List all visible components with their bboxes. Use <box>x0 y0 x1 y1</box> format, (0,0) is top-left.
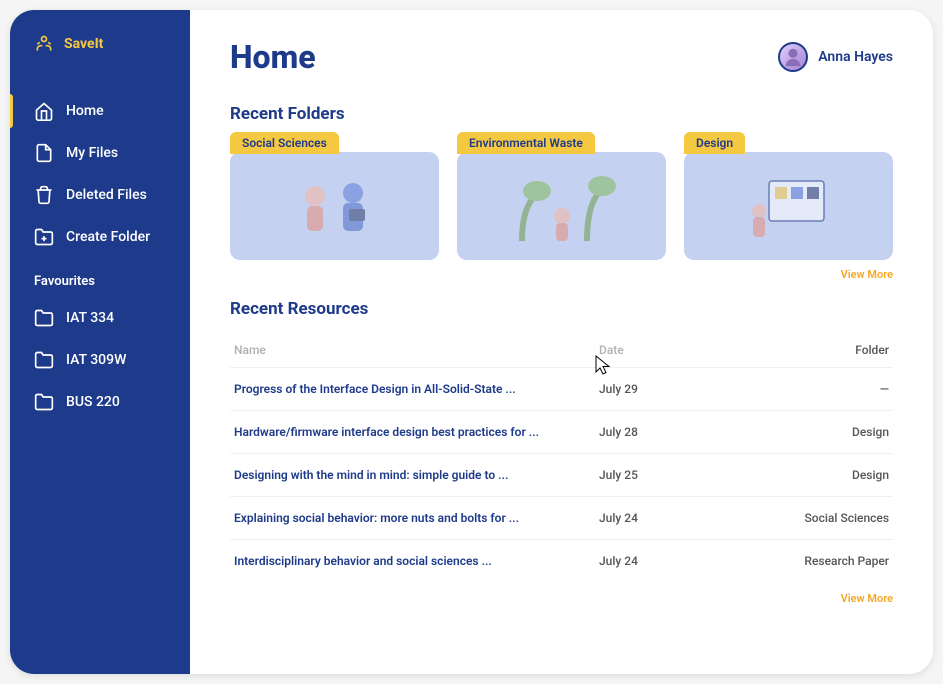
resource-folder: Design <box>729 425 889 439</box>
folder-illustration <box>457 152 666 260</box>
folder-icon <box>34 392 54 412</box>
folder-design[interactable]: Design <box>684 138 893 260</box>
nav-deleted-files[interactable]: Deleted Files <box>10 174 190 216</box>
resource-row[interactable]: Designing with the mind in mind: simple … <box>230 453 893 496</box>
folder-illustration <box>684 152 893 260</box>
saveit-logo-icon <box>34 34 54 54</box>
col-folder-header: Folder <box>729 343 889 357</box>
resource-row[interactable]: Hardware/firmware interface design best … <box>230 410 893 453</box>
resource-date: July 24 <box>599 554 729 568</box>
folder-illustration <box>230 152 439 260</box>
resource-row[interactable]: Progress of the Interface Design in All-… <box>230 367 893 410</box>
resource-row[interactable]: Interdisciplinary behavior and social sc… <box>230 539 893 582</box>
page-title: Home <box>230 38 316 76</box>
nav-create-folder[interactable]: Create Folder <box>10 216 190 258</box>
folder-plus-icon <box>34 227 54 247</box>
resource-date: July 29 <box>599 382 729 396</box>
home-icon <box>34 101 54 121</box>
folder-tab: Design <box>684 132 745 154</box>
file-icon <box>34 143 54 163</box>
recent-folders-title: Recent Folders <box>230 104 893 124</box>
header: Home Anna Hayes <box>230 38 893 76</box>
fav-iat-309w[interactable]: IAT 309W <box>10 339 190 381</box>
nav-label: My Files <box>66 145 118 161</box>
nav-home[interactable]: Home <box>10 90 190 132</box>
table-header: Name Date Folder <box>230 333 893 367</box>
resource-name: Progress of the Interface Design in All-… <box>234 382 599 396</box>
folder-tab: Social Sciences <box>230 132 339 154</box>
user-name: Anna Hayes <box>818 49 893 65</box>
fav-iat-334[interactable]: IAT 334 <box>10 297 190 339</box>
recent-resources-title: Recent Resources <box>230 299 893 319</box>
resource-row[interactable]: Explaining social behavior: more nuts an… <box>230 496 893 539</box>
resource-folder: Social Sciences <box>729 511 889 525</box>
favourites-label: Favourites <box>10 258 190 297</box>
col-date-header: Date <box>599 343 729 357</box>
resource-folder: Research Paper <box>729 554 889 568</box>
folders-view-more[interactable]: View More <box>230 268 893 281</box>
resource-name: Explaining social behavior: more nuts an… <box>234 511 599 525</box>
folder-environmental-waste[interactable]: Environmental Waste <box>457 138 666 260</box>
logo-text: SaveIt <box>64 36 103 52</box>
folder-social-sciences[interactable]: Social Sciences <box>230 138 439 260</box>
trash-icon <box>34 185 54 205</box>
fav-label: BUS 220 <box>66 394 120 410</box>
nav-my-files[interactable]: My Files <box>10 132 190 174</box>
resource-date: July 25 <box>599 468 729 482</box>
resource-name: Interdisciplinary behavior and social sc… <box>234 554 599 568</box>
nav-label: Home <box>66 103 104 119</box>
resources-view-more[interactable]: View More <box>230 592 893 605</box>
recent-folders: Social Sciences Environmental Waste <box>230 138 893 260</box>
fav-bus-220[interactable]: BUS 220 <box>10 381 190 423</box>
resource-name: Hardware/firmware interface design best … <box>234 425 599 439</box>
recent-resources-section: Recent Resources Name Date Folder Progre… <box>230 299 893 582</box>
nav-label: Deleted Files <box>66 187 147 203</box>
folder-icon <box>34 350 54 370</box>
resource-folder: — <box>729 382 889 396</box>
logo[interactable]: SaveIt <box>10 34 190 54</box>
fav-label: IAT 309W <box>66 352 126 368</box>
resource-date: July 28 <box>599 425 729 439</box>
avatar <box>778 42 808 72</box>
folder-icon <box>34 308 54 328</box>
sidebar: SaveIt Home My Files Deleted Files Creat… <box>10 10 190 674</box>
fav-label: IAT 334 <box>66 310 114 326</box>
resource-folder: Design <box>729 468 889 482</box>
col-name-header: Name <box>234 343 599 357</box>
resource-date: July 24 <box>599 511 729 525</box>
app-window: SaveIt Home My Files Deleted Files Creat… <box>10 10 933 674</box>
resource-name: Designing with the mind in mind: simple … <box>234 468 599 482</box>
nav-label: Create Folder <box>66 229 150 245</box>
folder-tab: Environmental Waste <box>457 132 595 154</box>
user-info[interactable]: Anna Hayes <box>778 42 893 72</box>
main-content: Home Anna Hayes Recent Folders Social Sc… <box>190 10 933 674</box>
